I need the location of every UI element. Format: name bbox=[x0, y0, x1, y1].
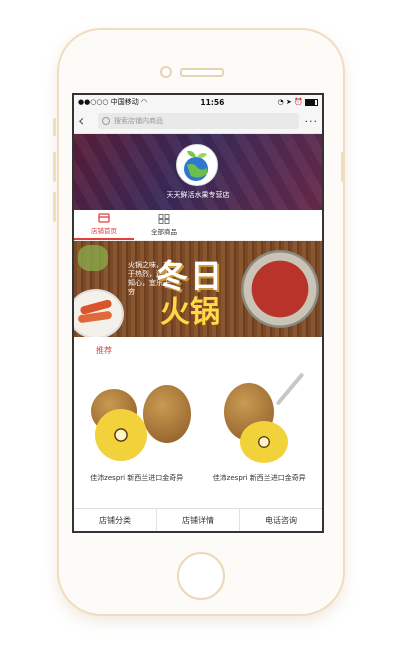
status-bar: ●●○○○ 中国移动 ◠ 11:56 ◔ ➤ ⏰ bbox=[74, 95, 322, 109]
power-button bbox=[341, 152, 344, 182]
globe-leaf-logo-icon bbox=[184, 150, 208, 181]
volume-up-button bbox=[53, 152, 56, 182]
tab-all-products[interactable]: 全部商品 bbox=[134, 210, 194, 240]
tab-shop-home[interactable]: 店铺首页 bbox=[74, 210, 134, 240]
tab-label: 店铺首页 bbox=[91, 227, 117, 235]
product-grid: 佳沛zespri 新西兰进口金奇异 佳沛zespri 新西兰进口金奇异 bbox=[74, 363, 322, 489]
clock: 11:56 bbox=[200, 97, 225, 107]
store-icon bbox=[98, 213, 110, 223]
tab-label: 全部商品 bbox=[151, 228, 177, 236]
product-card[interactable]: 佳沛zespri 新西兰进口金奇异 bbox=[77, 363, 197, 489]
search-placeholder: 搜索店铺内商品 bbox=[114, 117, 163, 125]
kiwi-product-image bbox=[199, 363, 319, 473]
volume-down-button bbox=[53, 192, 56, 222]
shop-tabs: 店铺首页 全部商品 bbox=[74, 210, 322, 241]
front-camera bbox=[160, 66, 172, 78]
bottom-bar: 店铺分类 店铺详情 电话咨询 bbox=[74, 508, 322, 531]
nav-bar: ‹ 搜索店铺内商品 ··· bbox=[74, 109, 322, 134]
home-button[interactable] bbox=[177, 552, 225, 600]
mute-switch bbox=[53, 118, 56, 136]
battery-icon bbox=[304, 98, 318, 106]
search-input[interactable]: 搜索店铺内商品 bbox=[98, 113, 299, 129]
shop-logo bbox=[176, 144, 218, 186]
earpiece-speaker bbox=[180, 68, 224, 77]
status-icons: ◔ ➤ ⏰ bbox=[278, 98, 318, 106]
shop-categories-button[interactable]: 店铺分类 bbox=[74, 509, 157, 531]
more-menu-icon[interactable]: ··· bbox=[305, 115, 319, 128]
product-name: 佳沛zespri 新西兰进口金奇异 bbox=[212, 474, 306, 482]
signal-carrier: ●●○○○ 中国移动 ◠ bbox=[78, 98, 148, 106]
product-name: 佳沛zespri 新西兰进口金奇异 bbox=[90, 474, 184, 482]
vegetables-image bbox=[78, 245, 108, 271]
product-card[interactable]: 佳沛zespri 新西兰进口金奇异 bbox=[199, 363, 319, 489]
screen: ●●○○○ 中国移动 ◠ 11:56 ◔ ➤ ⏰ ‹ 搜索店铺内商品 ··· 天… bbox=[72, 93, 324, 533]
back-arrow-icon[interactable]: ‹ bbox=[78, 113, 92, 129]
shop-banner: 天天鲜活水果专营店 bbox=[74, 134, 322, 210]
hotpot-image bbox=[234, 247, 322, 331]
shop-details-button[interactable]: 店铺详情 bbox=[157, 509, 240, 531]
kiwi-product-image bbox=[77, 363, 197, 473]
wifi-icon: ◠ bbox=[141, 98, 148, 106]
grid-icon bbox=[158, 214, 170, 224]
search-icon bbox=[102, 117, 110, 125]
promo-title-bottom: 火锅 bbox=[160, 295, 220, 330]
promo-banner[interactable]: 火锅之味，在于热烈，适于知心，宜乐无穷 冬日 火锅 bbox=[74, 241, 322, 337]
section-title: 推荐 bbox=[96, 345, 112, 355]
shop-name: 天天鲜活水果专营店 bbox=[166, 191, 230, 199]
shrimp-plate-image bbox=[74, 289, 124, 337]
phone-consult-button[interactable]: 电话咨询 bbox=[240, 509, 322, 531]
